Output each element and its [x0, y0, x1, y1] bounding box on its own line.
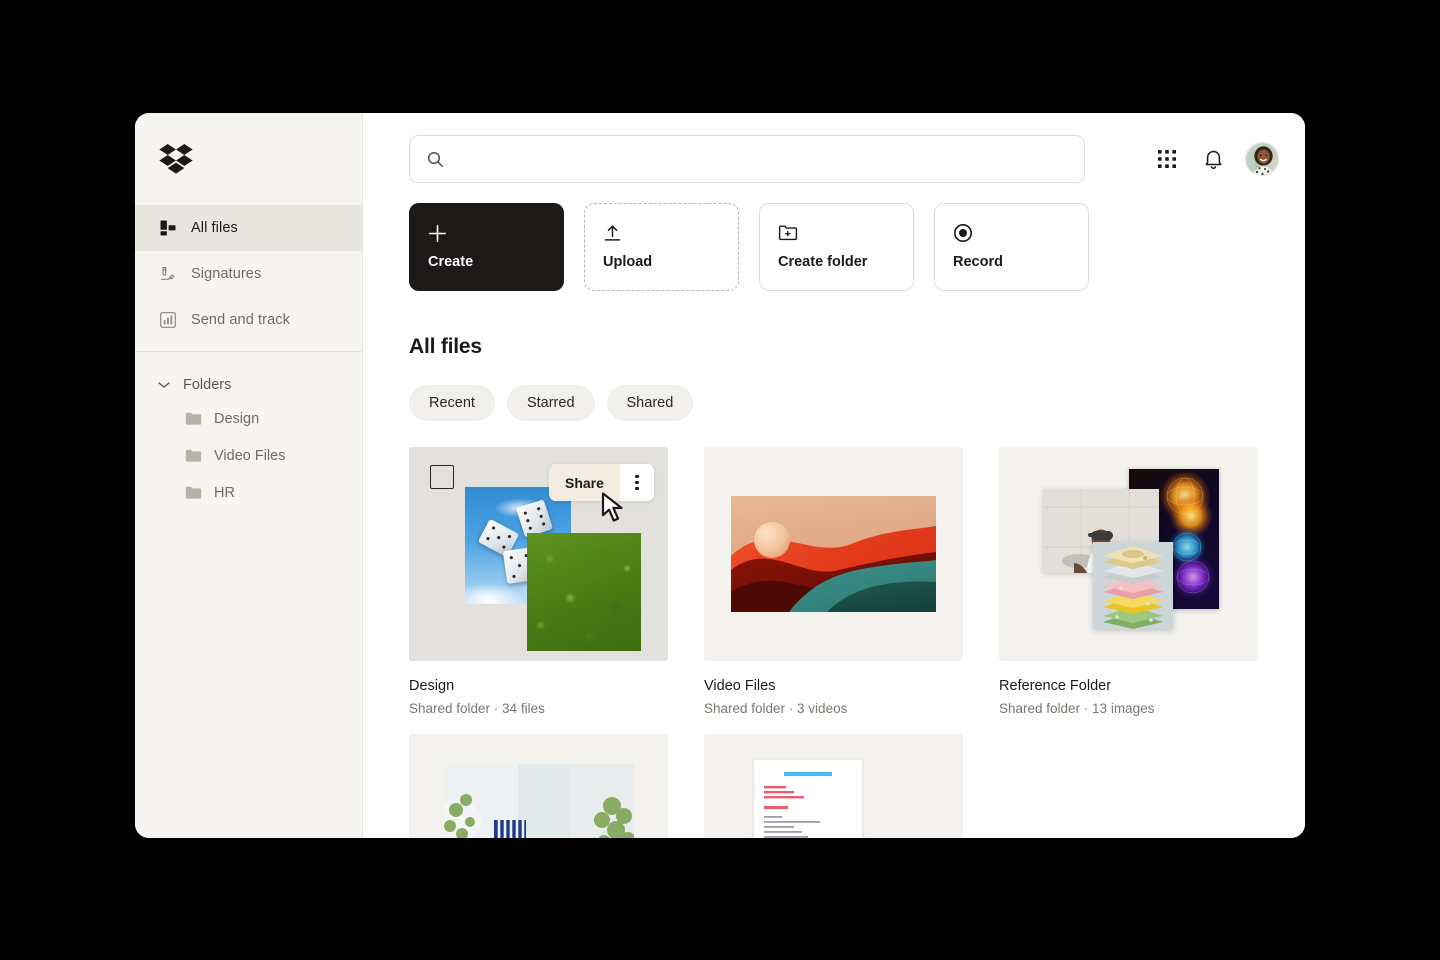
business-letter-document: [754, 760, 862, 838]
folder-icon: [185, 449, 202, 463]
notification-bell-icon[interactable]: [1199, 145, 1227, 173]
sidebar-folders-section: Folders Design Video Files HR: [135, 352, 362, 511]
file-card-title: Design: [409, 678, 668, 694]
sidebar-folder-label: HR: [214, 485, 235, 501]
action-label: Record: [953, 254, 1070, 270]
file-thumbnail[interactable]: [409, 734, 668, 838]
folders-group-toggle[interactable]: Folders: [135, 370, 362, 400]
app-window: All files Signatures: [135, 113, 1305, 838]
file-hover-actions: Share: [549, 464, 654, 501]
file-thumbnail[interactable]: Share: [409, 447, 668, 661]
action-label: Create: [428, 254, 545, 270]
chip-recent[interactable]: Recent: [409, 385, 495, 421]
file-card-reference-folder[interactable]: Reference Folder Shared folder · 13 imag…: [999, 447, 1258, 716]
abstract-wave-image: [731, 496, 936, 612]
action-label: Upload: [603, 254, 720, 270]
sidebar-folder-label: Video Files: [214, 448, 285, 464]
search-box[interactable]: [409, 135, 1085, 183]
apps-grid-icon[interactable]: [1153, 145, 1181, 173]
topbar-actions: [1113, 142, 1279, 176]
file-card-design[interactable]: Share Design Shared folder · 34 files: [409, 447, 668, 716]
file-card-subtitle: Shared folder · 13 images: [999, 701, 1258, 716]
sidebar-item-label: All files: [191, 220, 238, 236]
sidebar-item-signatures[interactable]: Signatures: [135, 251, 362, 297]
folder-plus-icon: [778, 220, 895, 246]
action-label: Create folder: [778, 254, 895, 270]
record-button[interactable]: Record: [934, 203, 1089, 291]
sidebar: All files Signatures: [135, 113, 363, 838]
folder-icon: [185, 486, 202, 500]
plus-icon: [428, 220, 545, 246]
file-card-title: Video Files: [704, 678, 963, 694]
search-input[interactable]: [454, 151, 1068, 167]
chip-shared[interactable]: Shared: [607, 385, 694, 421]
more-vertical-icon: [635, 475, 638, 491]
action-buttons-row: Create Upload: [409, 203, 1305, 291]
signature-icon: [159, 265, 177, 283]
dropbox-logo-icon: [159, 144, 193, 174]
moss-texture-image: [527, 533, 641, 651]
file-card-villa[interactable]: [409, 734, 668, 838]
search-icon: [426, 150, 444, 168]
sidebar-folder-design[interactable]: Design: [135, 400, 362, 437]
brand-logo[interactable]: [135, 113, 362, 205]
file-select-checkbox[interactable]: [430, 465, 454, 489]
share-button[interactable]: Share: [549, 464, 620, 501]
file-card-subtitle: Shared folder · 3 videos: [704, 701, 963, 716]
white-villa-photo: [444, 764, 634, 838]
sidebar-folder-label: Design: [214, 411, 259, 427]
send-track-icon: [159, 311, 177, 329]
record-icon: [953, 220, 1070, 246]
create-button[interactable]: Create: [409, 203, 564, 291]
layered-stack-render: [1093, 542, 1173, 629]
filter-chips: Recent Starred Shared: [409, 385, 1305, 421]
chevron-down-icon: [157, 378, 171, 392]
file-thumbnail[interactable]: [704, 447, 963, 661]
file-thumbnail[interactable]: [999, 447, 1258, 661]
upload-button[interactable]: Upload: [584, 203, 739, 291]
all-files-icon: [159, 219, 177, 237]
file-card-title: Reference Folder: [999, 678, 1258, 694]
folder-icon: [185, 412, 202, 426]
folders-group-label: Folders: [183, 377, 231, 393]
sidebar-nav: All files Signatures: [135, 205, 362, 352]
sidebar-folder-video-files[interactable]: Video Files: [135, 437, 362, 474]
create-folder-button[interactable]: Create folder: [759, 203, 914, 291]
user-avatar: [1246, 143, 1279, 176]
file-card-subtitle: Shared folder · 34 files: [409, 701, 668, 716]
more-options-button[interactable]: [620, 464, 654, 501]
files-grid: Share Design Shared folder · 34 files: [409, 447, 1305, 838]
sidebar-item-label: Signatures: [191, 266, 261, 282]
avatar[interactable]: [1245, 142, 1279, 176]
sidebar-item-send-and-track[interactable]: Send and track: [135, 297, 362, 343]
sidebar-item-all-files[interactable]: All files: [135, 205, 362, 251]
top-bar: [409, 113, 1305, 205]
file-card-business-letter[interactable]: [704, 734, 963, 838]
sidebar-item-label: Send and track: [191, 312, 290, 328]
sidebar-folder-hr[interactable]: HR: [135, 474, 362, 511]
file-card-video-files[interactable]: Video Files Shared folder · 3 videos: [704, 447, 963, 716]
page-title: All files: [409, 335, 1305, 359]
main-content: Create Upload: [363, 113, 1305, 838]
upload-icon: [603, 220, 720, 246]
file-thumbnail[interactable]: [704, 734, 963, 838]
chip-starred[interactable]: Starred: [507, 385, 595, 421]
